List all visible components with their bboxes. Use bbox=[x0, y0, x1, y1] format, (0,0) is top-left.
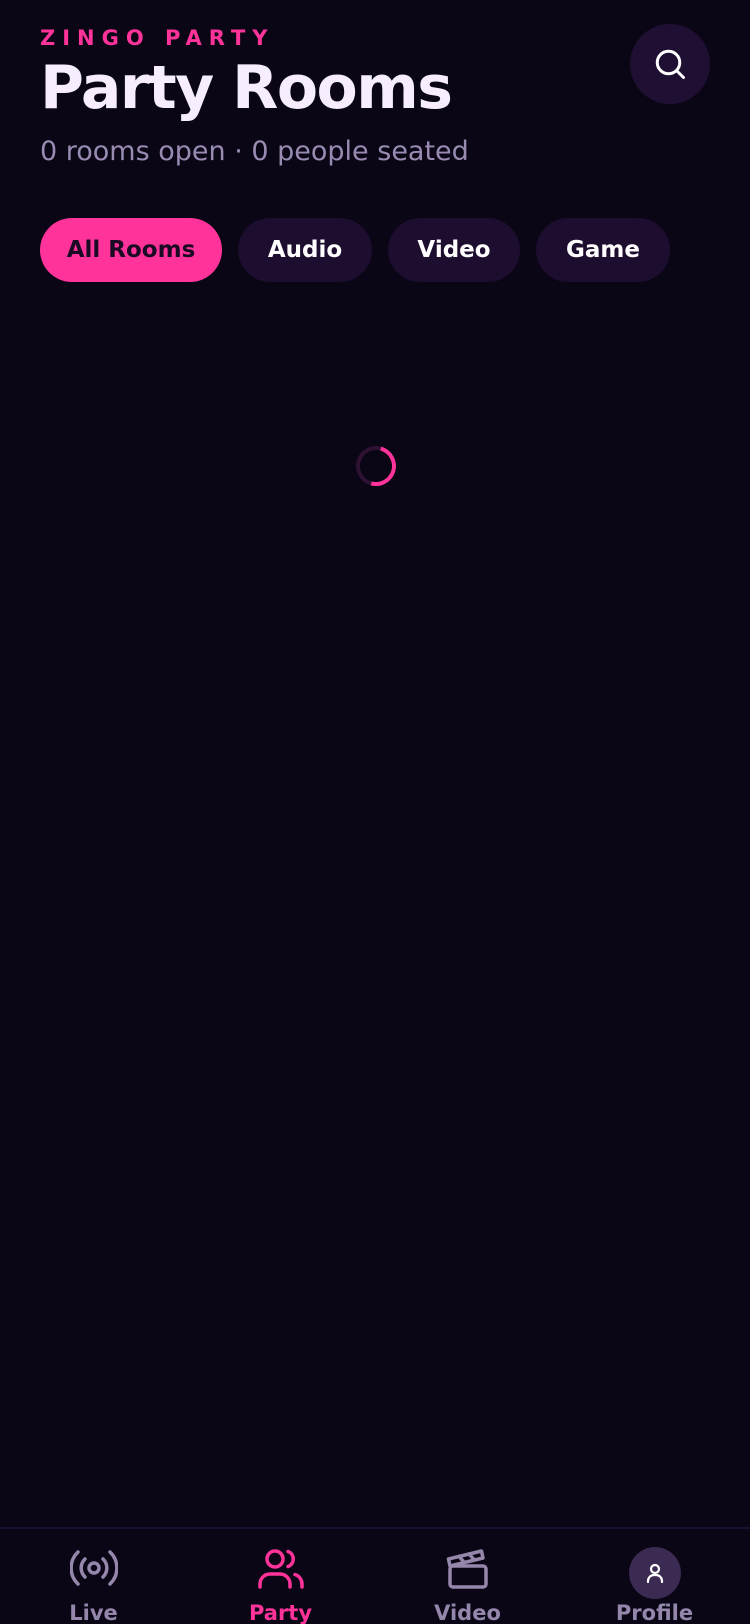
clapperboard-icon bbox=[446, 1549, 488, 1589]
nav-label-profile: Profile bbox=[615, 1601, 694, 1624]
nav-item-profile[interactable]: Profile bbox=[561, 1529, 748, 1624]
party-rooms-screen: ZINGO PARTY Party Rooms 0 rooms open · 0… bbox=[0, 0, 750, 1624]
broadcast-icon bbox=[69, 1550, 118, 1586]
nav-item-party[interactable]: Party bbox=[187, 1529, 374, 1624]
search-button[interactable] bbox=[630, 24, 710, 104]
filter-video[interactable]: Video bbox=[388, 218, 520, 282]
filter-game[interactable]: Game bbox=[536, 218, 670, 282]
user-icon bbox=[646, 1563, 663, 1584]
filter-all-rooms[interactable]: All Rooms bbox=[40, 218, 222, 282]
header: ZINGO PARTY Party Rooms 0 rooms open · 0… bbox=[40, 26, 710, 167]
nav-item-video[interactable]: Video bbox=[374, 1529, 561, 1624]
nav-label-video: Video bbox=[434, 1601, 501, 1624]
brand-eyebrow: ZINGO PARTY bbox=[40, 26, 275, 50]
filter-chips: All Rooms Audio Video Game bbox=[40, 218, 670, 282]
avatar bbox=[628, 1547, 681, 1599]
nav-label-party: Party bbox=[248, 1601, 313, 1624]
filter-audio[interactable]: Audio bbox=[238, 218, 372, 282]
bottom-nav: Live Party Video Profile bbox=[0, 1527, 750, 1624]
search-icon bbox=[655, 49, 685, 79]
page-title: Party Rooms bbox=[40, 53, 453, 123]
rooms-summary: 0 rooms open · 0 people seated bbox=[40, 136, 469, 167]
loading-spinner bbox=[348, 438, 404, 494]
nav-item-live[interactable]: Live bbox=[0, 1529, 187, 1624]
nav-label-live: Live bbox=[69, 1601, 118, 1624]
users-icon bbox=[257, 1549, 304, 1589]
